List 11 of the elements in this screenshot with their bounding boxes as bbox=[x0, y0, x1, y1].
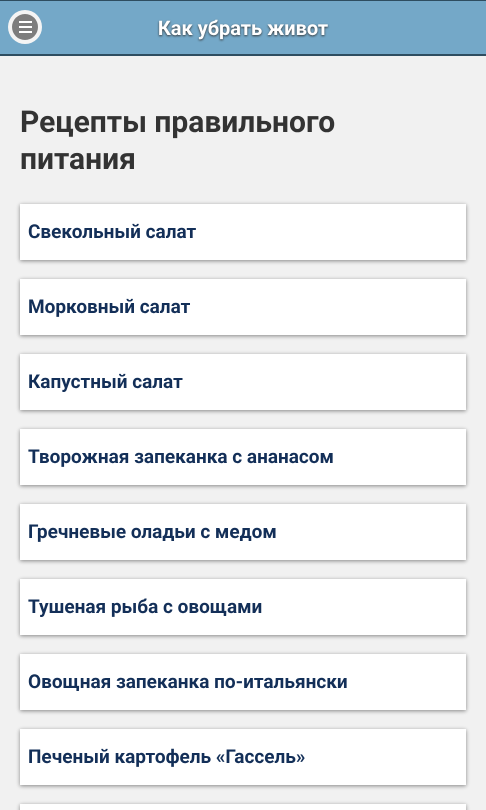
recipe-link[interactable]: Гречневые оладьи с медом bbox=[20, 504, 466, 560]
recipe-link[interactable]: Свекольный салат bbox=[20, 204, 466, 260]
recipe-link[interactable]: Печеный картофель «Гассель» bbox=[20, 729, 466, 785]
recipe-link[interactable]: Тушеная рыба с овощами bbox=[20, 579, 466, 635]
recipe-link[interactable]: Творожная запеканка с ананасом bbox=[20, 429, 466, 485]
app-title: Как убрать живот bbox=[158, 14, 328, 42]
recipe-link[interactable]: Морковный салат bbox=[20, 279, 466, 335]
section-heading: Рецепты правильного питания bbox=[20, 104, 336, 178]
recipe-link[interactable]: Овощная запеканка по-итальянски bbox=[20, 654, 466, 710]
menu-icon[interactable] bbox=[8, 10, 42, 44]
recipe-link[interactable]: Капустный салат bbox=[20, 354, 466, 410]
